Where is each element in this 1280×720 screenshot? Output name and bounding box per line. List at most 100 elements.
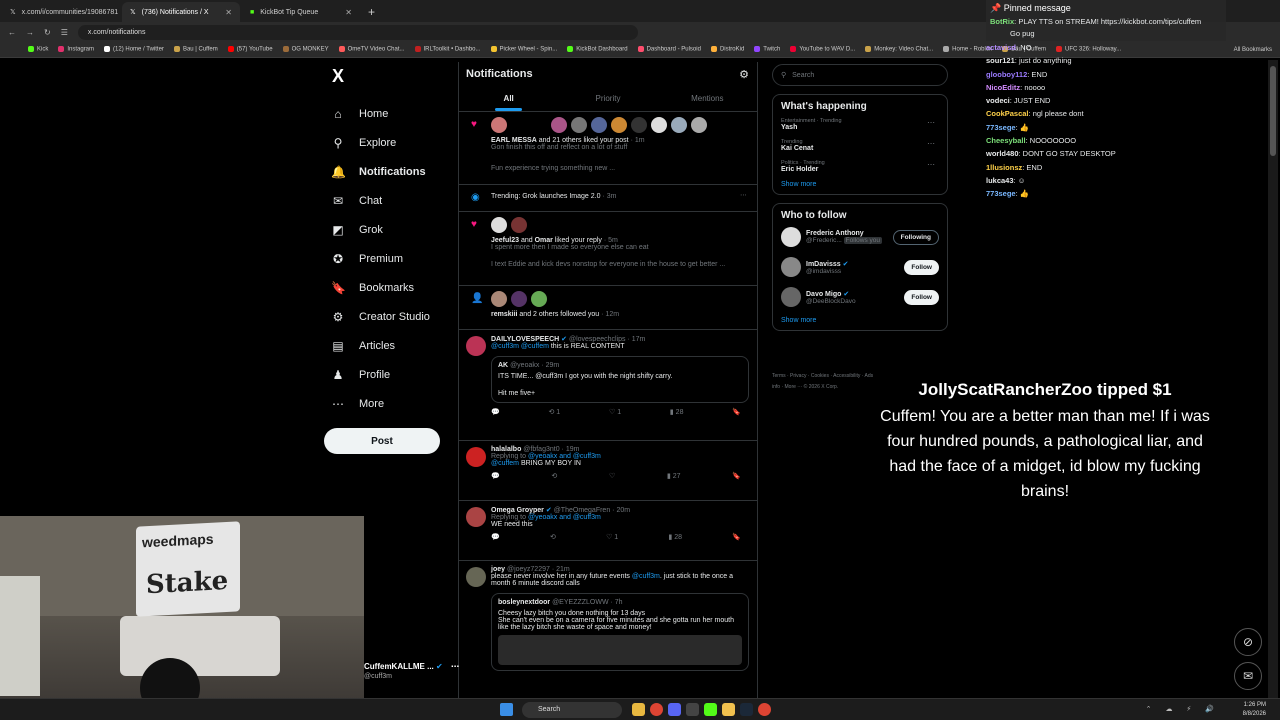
tune-icon[interactable]: ☰ xyxy=(61,28,68,37)
reply-to-link[interactable]: @yeoakx and @cuff3m xyxy=(528,514,601,521)
like-notification[interactable]: ♥ Jeeful23 and Omar liked your reply · 5… xyxy=(459,212,757,286)
browser-tab-2[interactable]: 𝕏 (736) Notifications / X ✕ xyxy=(122,2,240,22)
like-user[interactable]: EARL MESSA xyxy=(491,137,537,144)
tab-mentions[interactable]: Mentions xyxy=(658,86,757,111)
more-options-icon[interactable]: ⋯ xyxy=(927,139,935,148)
avatar[interactable] xyxy=(466,507,486,527)
scrollbar-thumb[interactable] xyxy=(1270,66,1276,156)
trend-item[interactable]: Entertainment · Trending Yash ⋯ xyxy=(781,118,939,131)
chat-username[interactable]: sour121 xyxy=(986,56,1015,65)
bookmark-item[interactable]: YouTube to WAV D... xyxy=(790,46,855,53)
tweet-author[interactable]: halalalbo xyxy=(491,446,521,453)
like-button[interactable]: ♡ 1 xyxy=(609,408,621,416)
back-icon[interactable]: ← xyxy=(8,28,16,37)
chat-username[interactable]: 773sege xyxy=(986,189,1016,198)
sidebar-item-articles[interactable]: ▤ Articles xyxy=(324,331,454,360)
bookmark-item[interactable]: OmeTV Video Chat... xyxy=(338,46,405,53)
system-tray[interactable]: ⌃ ☁ ⚡ 🔊 xyxy=(1146,705,1220,713)
chat-username[interactable]: lukca43 xyxy=(986,176,1014,185)
bookmark-icon[interactable]: 🔖 xyxy=(732,472,741,480)
chat-username[interactable]: 1llusionsz xyxy=(986,163,1022,172)
browser-tab-3[interactable]: ■ KickBot Tip Queue ✕ xyxy=(242,2,360,22)
more-options-icon[interactable]: ⋯ xyxy=(927,118,935,127)
following-button[interactable]: Following xyxy=(892,229,939,245)
follow-button[interactable]: Follow xyxy=(904,289,939,305)
retweet-button[interactable]: ⟲ 1 xyxy=(548,408,560,416)
chat-username[interactable]: NicoEditz xyxy=(986,83,1020,92)
bookmark-item[interactable]: Instagram xyxy=(58,46,94,53)
chat-username[interactable]: world480 xyxy=(986,149,1019,158)
discord-icon[interactable] xyxy=(668,703,681,716)
chrome-icon[interactable] xyxy=(650,703,663,716)
bookmark-item[interactable]: Home - Roblox xyxy=(943,46,992,53)
like-notification[interactable]: ♥ EARL MESSA and 21 others liked your po… xyxy=(459,112,757,185)
avatar[interactable] xyxy=(466,447,486,467)
kick-icon[interactable] xyxy=(704,703,717,716)
trend-item[interactable]: Politics · Trending Eric Holder ⋯ xyxy=(781,160,939,173)
sidebar-item-premium[interactable]: ✪ Premium xyxy=(324,244,454,273)
mention-link[interactable]: @cuff3m xyxy=(632,573,660,580)
bookmark-item[interactable]: (12) Home / Twitter xyxy=(104,46,164,53)
close-tab-icon[interactable]: ✕ xyxy=(225,8,232,17)
follow-suggestion[interactable]: ImDavisss ✔ @imdavisss Follow xyxy=(781,257,939,277)
post-button[interactable]: Post xyxy=(324,428,440,454)
sidebar-item-profile[interactable]: ♟ Profile xyxy=(324,360,454,389)
follow-notification[interactable]: 👤 remskiii and 2 others followed you · 1… xyxy=(459,286,757,330)
tweet[interactable]: DAILYLOVESPEECH ✔ @lovespeechclips · 17m… xyxy=(459,330,757,441)
mention-link[interactable]: @cuffem xyxy=(491,460,519,467)
sidebar-item-more[interactable]: ⋯ More xyxy=(324,389,454,418)
like-user[interactable]: Jeeful23 xyxy=(491,237,519,244)
all-bookmarks[interactable]: All Bookmarks xyxy=(1234,47,1272,53)
trending-notification[interactable]: ◉ Trending: Grok launches Image 2.0 · 3m… xyxy=(459,185,757,212)
more-options-icon[interactable]: ⋯ xyxy=(451,662,459,671)
tweet-author[interactable]: joey xyxy=(491,566,505,573)
bookmark-item[interactable]: Kick xyxy=(28,46,48,53)
bookmark-item[interactable]: KickBot Dashboard xyxy=(567,46,628,53)
tweet-author[interactable]: DAILYLOVESPEECH xyxy=(491,336,559,343)
reply-icon[interactable]: 💬 xyxy=(491,408,500,416)
tab-all[interactable]: All xyxy=(459,86,558,111)
views-button[interactable]: ▮ 28 xyxy=(668,533,682,541)
close-tab-icon[interactable]: ✕ xyxy=(345,8,352,17)
retweet-icon[interactable]: ⟲ xyxy=(551,472,557,480)
messages-icon[interactable]: ✉ xyxy=(1234,662,1262,690)
grok-icon[interactable]: ⊘ xyxy=(1234,628,1262,656)
views-button[interactable]: ▮ 27 xyxy=(667,472,681,480)
search-input[interactable]: ⚲ Search xyxy=(772,64,948,86)
folder-icon[interactable] xyxy=(722,703,735,716)
bookmark-item[interactable]: (57) YouTube xyxy=(227,46,273,53)
sidebar-item-creator-studio[interactable]: ⚙ Creator Studio xyxy=(324,302,454,331)
follow-button[interactable]: Follow xyxy=(904,259,939,275)
clock[interactable]: 1:26 PM 8/8/2026 xyxy=(1243,701,1266,719)
follow-suggestion[interactable]: Davo Migo ✔ @DeeBlockDavo Follow xyxy=(781,287,939,307)
app-icon[interactable] xyxy=(686,703,699,716)
bookmark-item[interactable]: Monkey: Video Chat... xyxy=(865,46,933,53)
page-scrollbar[interactable] xyxy=(1268,60,1278,700)
chat-username[interactable]: CookPascal xyxy=(986,109,1029,118)
chat-username[interactable]: glooboy112 xyxy=(986,70,1027,79)
chat-username[interactable]: vodeci xyxy=(986,96,1010,105)
chrome-icon[interactable] xyxy=(758,703,771,716)
tweet[interactable]: halalalbo @fbfag3nt0 · 19m Replying to @… xyxy=(459,441,757,501)
bookmark-item[interactable]: OG MONKEY xyxy=(282,46,329,53)
chat-username[interactable]: 773sege xyxy=(986,123,1016,132)
bookmark-icon[interactable]: 🔖 xyxy=(732,408,741,416)
bookmark-item[interactable]: Picker Wheel - Spin... xyxy=(490,46,557,53)
more-options-icon[interactable]: ⋯ xyxy=(927,160,935,169)
new-tab-button[interactable]: + xyxy=(360,5,383,22)
bookmark-item[interactable]: IRLToolkit • Dashbo... xyxy=(414,46,481,53)
quoted-tweet[interactable]: bosleynextdoor @EYEZZZLOWW · 7h Cheesy l… xyxy=(491,593,749,671)
tweet-author[interactable]: Omega Groyper xyxy=(491,507,544,514)
sidebar-item-explore[interactable]: ⚲ Explore xyxy=(324,128,454,157)
bookmark-item[interactable]: DistroKid xyxy=(710,46,744,53)
sidebar-item-chat[interactable]: ✉ Chat xyxy=(324,186,454,215)
quoted-tweet[interactable]: AK @yeoakx · 29m ITS TIME... @cuff3m I g… xyxy=(491,356,749,403)
bookmark-item[interactable]: Dashboard - Pulsoid xyxy=(637,46,701,53)
reply-to-link[interactable]: @yeoakx and @cuff3m xyxy=(528,453,601,460)
start-icon[interactable] xyxy=(500,703,513,716)
sidebar-item-bookmarks[interactable]: 🔖 Bookmarks xyxy=(324,273,454,302)
sidebar-item-notifications[interactable]: 🔔 Notifications xyxy=(324,157,454,186)
bookmark-item[interactable]: Bau | Cuffem xyxy=(173,46,218,53)
views-button[interactable]: ▮ 28 xyxy=(670,408,684,416)
sidebar-item-grok[interactable]: ◩ Grok xyxy=(324,215,454,244)
